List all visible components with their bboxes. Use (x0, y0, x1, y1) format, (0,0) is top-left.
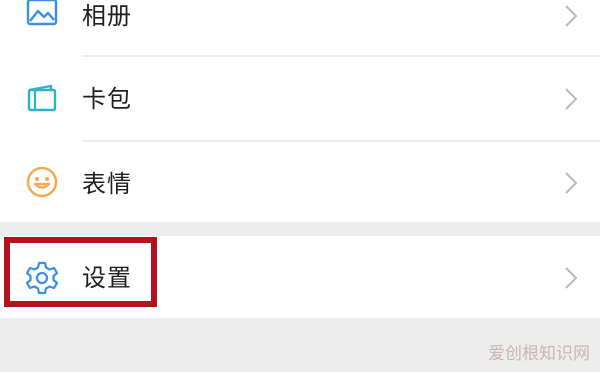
photo-album-icon (24, 0, 60, 32)
chevron-right-icon (564, 4, 578, 28)
sticker-smiley-icon (24, 164, 60, 200)
menu-item-label: 表情 (82, 170, 132, 198)
watermark: 爱创根知识网 (488, 344, 590, 364)
chevron-right-icon (564, 266, 578, 290)
chevron-right-icon (564, 171, 578, 195)
card-wallet-icon (24, 80, 60, 116)
menu-item-label: 相册 (82, 2, 132, 30)
chevron-right-icon (564, 87, 578, 111)
menu-item-cards[interactable]: 卡包 (0, 57, 600, 140)
menu-item-stickers[interactable]: 表情 (0, 142, 600, 222)
highlight-box (4, 237, 157, 307)
me-page-menu: 相册 卡包 表情 设置 爱创根知识网 (0, 0, 600, 372)
menu-item-album[interactable]: 相册 (0, 0, 600, 56)
section-separator (0, 222, 600, 236)
menu-item-label: 卡包 (82, 85, 132, 113)
